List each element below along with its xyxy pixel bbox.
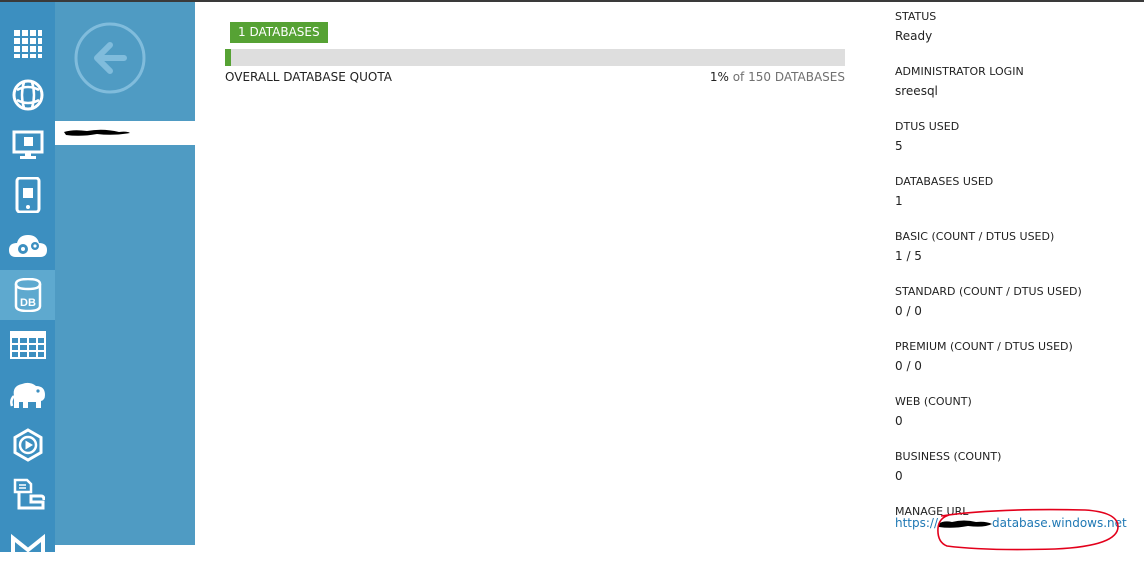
property-value: 0: [895, 414, 903, 428]
sql-databases-db-icon: DB: [14, 278, 41, 312]
visual-studio-icon: [10, 533, 45, 558]
property-label: WEB (COUNT): [895, 395, 972, 408]
property-value: 1 / 5: [895, 249, 922, 263]
property-dtus-used: DTUS USED 5: [895, 119, 959, 154]
database-quota-bar: [225, 49, 845, 66]
property-premium: PREMIUM (COUNT / DTUS USED) 0 / 0: [895, 339, 1073, 374]
databases-count-badge: 1 DATABASES: [230, 22, 328, 43]
property-databases-used: DATABASES USED 1: [895, 174, 993, 209]
property-value: 5: [895, 139, 903, 153]
property-value: 1: [895, 194, 903, 208]
nav-all-items[interactable]: [0, 19, 55, 69]
nav-hdinsight[interactable]: [0, 370, 55, 420]
nav-visual-studio[interactable]: [0, 520, 55, 570]
quota-usage-text: 1% of 150 DATABASES: [710, 70, 845, 84]
media-services-play-icon: [13, 428, 42, 462]
red-annotation-circle: [937, 508, 1119, 551]
back-arrow-icon: [74, 22, 146, 94]
redacted-server-name: [64, 129, 130, 136]
storage-table-icon: [9, 331, 46, 359]
property-label: BASIC (COUNT / DTUS USED): [895, 230, 1055, 243]
main-content: 1 DATABASES OVERALL DATABASE QUOTA 1% of…: [195, 2, 885, 552]
service-bus-icon: [13, 478, 45, 510]
quota-title: OVERALL DATABASE QUOTA: [225, 70, 392, 84]
nav-storage[interactable]: [0, 320, 55, 370]
manage-url-prefix[interactable]: https://: [895, 516, 938, 530]
property-label: DATABASES USED: [895, 175, 994, 188]
nav-cloud-services[interactable]: [0, 220, 55, 270]
property-value: 0 / 0: [895, 359, 922, 373]
database-quota-fill: [225, 49, 231, 66]
property-label: STATUS: [895, 10, 937, 23]
property-label: PREMIUM (COUNT / DTUS USED): [895, 340, 1073, 353]
property-value: 0: [895, 469, 903, 483]
quota-of-total: of 150 DATABASES: [732, 70, 845, 84]
nav-sql-databases[interactable]: DB: [0, 270, 55, 320]
nav-service-bus[interactable]: [0, 470, 55, 520]
quota-percent: 1%: [709, 70, 729, 84]
back-button[interactable]: [74, 22, 146, 94]
all-items-grid-icon: [13, 30, 42, 58]
property-value: 0 / 0: [895, 304, 922, 318]
web-sites-globe-icon: [12, 79, 43, 111]
property-label: DTUS USED: [895, 120, 960, 133]
property-business: BUSINESS (COUNT) 0: [895, 449, 1001, 484]
property-web: WEB (COUNT) 0: [895, 394, 972, 429]
nav-virtual-machines[interactable]: [0, 120, 55, 170]
service-nav-rail: DB: [0, 2, 55, 558]
properties-panel: STATUS Ready ADMINISTRATOR LOGIN sreesql…: [895, 2, 1144, 552]
property-administrator-login: ADMINISTRATOR LOGIN sreesql: [895, 64, 1024, 99]
nav-web-sites[interactable]: [0, 70, 55, 120]
property-label: STANDARD (COUNT / DTUS USED): [895, 285, 1082, 298]
db-icon-label: DB: [20, 297, 36, 309]
hdinsight-elephant-icon: [9, 382, 45, 408]
property-value: sreesql: [895, 84, 938, 98]
property-standard: STANDARD (COUNT / DTUS USED) 0 / 0: [895, 284, 1082, 319]
resource-panel: [55, 2, 195, 545]
cloud-services-gears-icon: [8, 235, 47, 257]
mobile-services-phone-icon: [15, 177, 40, 213]
nav-mobile-services[interactable]: [0, 170, 55, 220]
property-basic: BASIC (COUNT / DTUS USED) 1 / 5: [895, 229, 1054, 264]
property-label: BUSINESS (COUNT): [895, 450, 1002, 463]
property-status: STATUS Ready: [895, 9, 936, 44]
property-value: Ready: [895, 29, 933, 43]
virtual-machines-monitor-icon: [12, 130, 43, 159]
property-label: ADMINISTRATOR LOGIN: [895, 65, 1024, 78]
nav-media-services[interactable]: [0, 420, 55, 470]
selected-server-item[interactable]: [55, 121, 195, 145]
